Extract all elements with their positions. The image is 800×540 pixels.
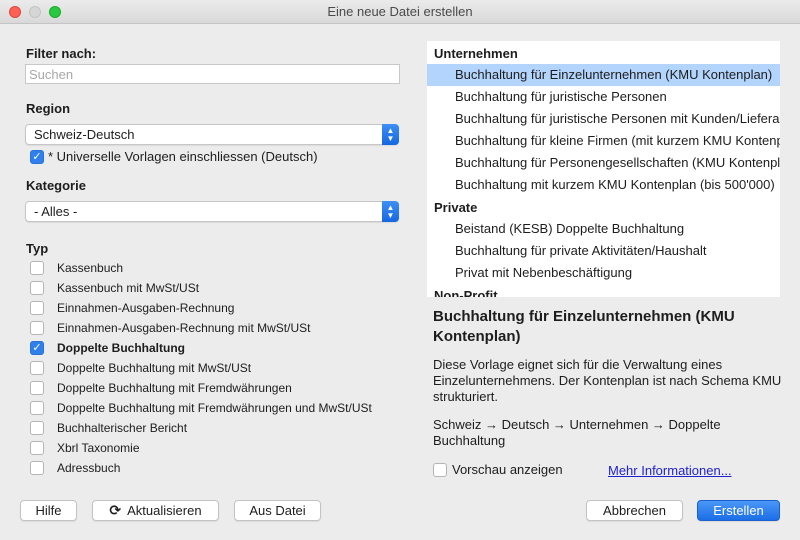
select-arrows-icon: ▲ ▼ — [382, 201, 399, 222]
region-select-value: Schweiz-Deutsch — [34, 127, 135, 142]
type-item-label: Xbrl Taxonomie — [57, 441, 140, 455]
template-list[interactable]: Unternehmen Buchhaltung für Einzeluntern… — [427, 41, 780, 297]
from-file-button-label: Aus Datei — [249, 503, 306, 518]
universal-templates-label: * Universelle Vorlagen einschliessen (De… — [48, 149, 318, 164]
template-item-label: Privat mit Nebenbeschäftigung — [455, 265, 633, 280]
template-item[interactable]: Buchhaltung für private Aktivitäten/Haus… — [427, 240, 780, 262]
type-checkbox[interactable] — [30, 421, 44, 435]
type-item-label: Adressbuch — [57, 461, 121, 475]
window-title: Eine neue Datei erstellen — [327, 4, 473, 19]
template-item[interactable]: Privat mit Nebenbeschäftigung — [427, 262, 780, 284]
group-header: Non-Profit — [434, 288, 498, 297]
type-list[interactable]: Kassenbuch Kassenbuch mit MwSt/USt Einna… — [25, 258, 400, 484]
template-item[interactable]: Buchhaltung mit kurzem KMU Kontenplan (b… — [427, 174, 780, 196]
select-arrows-icon: ▲ ▼ — [382, 124, 399, 145]
type-checkbox[interactable] — [30, 301, 44, 315]
template-item[interactable]: Buchhaltung für juristische Personen — [427, 86, 780, 108]
template-item[interactable]: Buchhaltung für kleine Firmen (mit kurze… — [427, 130, 780, 152]
group-header: Unternehmen — [434, 46, 518, 61]
from-file-button[interactable]: Aus Datei — [234, 500, 321, 521]
type-item[interactable]: Kassenbuch mit MwSt/USt — [25, 278, 400, 298]
type-item[interactable]: Doppelte Buchhaltung mit Fremdwährungen — [25, 378, 400, 398]
type-checkbox[interactable] — [30, 441, 44, 455]
type-checkbox[interactable] — [30, 361, 44, 375]
type-item-label: Einnahmen-Ausgaben-Rechnung mit MwSt/USt — [57, 321, 311, 335]
type-item-label: Doppelte Buchhaltung mit Fremdwährungen … — [57, 401, 372, 415]
filter-label: Filter nach: — [26, 46, 97, 61]
refresh-icon: ⟳ — [109, 502, 122, 518]
refresh-button-label: Aktualisieren — [127, 503, 202, 518]
template-item-selected[interactable]: Buchhaltung für Einzelunternehmen (KMU K… — [427, 64, 780, 86]
create-button-label: Erstellen — [713, 503, 764, 518]
template-item-label: Buchhaltung mit kurzem KMU Kontenplan (b… — [455, 177, 775, 192]
type-checkbox[interactable] — [30, 381, 44, 395]
type-item[interactable]: Doppelte Buchhaltung mit Fremdwährungen … — [25, 398, 400, 418]
cancel-button[interactable]: Abbrechen — [586, 500, 683, 521]
type-item[interactable]: Einnahmen-Ausgaben-Rechnung mit MwSt/USt — [25, 318, 400, 338]
type-item-label: Doppelte Buchhaltung — [57, 341, 185, 355]
preview-checkbox-label: Vorschau anzeigen — [452, 462, 563, 477]
type-item[interactable]: Xbrl Taxonomie — [25, 438, 400, 458]
help-button-label: Hilfe — [35, 503, 62, 518]
category-select-value: - Alles - — [34, 204, 78, 219]
group-header: Private — [434, 200, 478, 215]
template-item[interactable]: Buchhaltung für Personengesellschaften (… — [427, 152, 780, 174]
type-item[interactable]: Buchhalterischer Bericht — [25, 418, 400, 438]
type-checkbox[interactable]: ✓ — [30, 341, 44, 355]
search-input[interactable] — [25, 64, 400, 84]
type-checkbox[interactable] — [30, 321, 44, 335]
type-item-label: Einnahmen-Ausgaben-Rechnung — [57, 301, 235, 315]
type-item[interactable]: Doppelte Buchhaltung mit MwSt/USt — [25, 358, 400, 378]
type-item-label: Doppelte Buchhaltung mit Fremdwährungen — [57, 381, 292, 395]
region-label: Region — [26, 101, 71, 116]
template-item[interactable]: Beistand (KESB) Doppelte Buchhaltung — [427, 218, 780, 240]
template-detail-path: Schweiz → Deutsch → Unternehmen → Doppel… — [433, 417, 721, 448]
template-item-label: Buchhaltung für private Aktivitäten/Haus… — [455, 243, 707, 258]
template-item-label: Buchhaltung für juristische Personen — [455, 89, 667, 104]
template-item-label: Beistand (KESB) Doppelte Buchhaltung — [455, 221, 685, 236]
category-label: Kategorie — [26, 178, 86, 193]
template-item-label: Buchhaltung für Personengesellschaften (… — [455, 155, 780, 170]
type-checkbox[interactable] — [30, 461, 44, 475]
template-detail-description: Diese Vorlage eignet sich für die Verwal… — [433, 357, 782, 404]
template-item-label: Buchhaltung für juristische Personen mit… — [455, 111, 780, 126]
type-item-label: Kassenbuch — [57, 261, 124, 275]
template-item[interactable]: Buchhaltung für juristische Personen mit… — [427, 108, 780, 130]
category-select[interactable]: - Alles - ▲ ▼ — [25, 201, 399, 222]
cancel-button-label: Abbrechen — [603, 503, 666, 518]
type-item[interactable]: Kassenbuch — [25, 258, 400, 278]
universal-templates-checkbox[interactable]: ✓ — [30, 150, 44, 164]
title-bar: Eine neue Datei erstellen — [0, 0, 800, 24]
type-item[interactable]: Einnahmen-Ausgaben-Rechnung — [25, 298, 400, 318]
preview-checkbox[interactable] — [433, 463, 447, 477]
template-detail-title: Buchhaltung für Einzelunternehmen (KMU K… — [433, 308, 735, 345]
type-label: Typ — [26, 241, 49, 256]
refresh-button[interactable]: ⟳ Aktualisieren — [92, 500, 219, 521]
type-item[interactable]: ✓ Doppelte Buchhaltung — [25, 338, 400, 358]
region-select[interactable]: Schweiz-Deutsch ▲ ▼ — [25, 124, 399, 145]
type-item-label: Kassenbuch mit MwSt/USt — [57, 281, 200, 295]
help-button[interactable]: Hilfe — [20, 500, 77, 521]
type-checkbox[interactable] — [30, 281, 44, 295]
create-button[interactable]: Erstellen — [697, 500, 780, 521]
type-checkbox[interactable] — [30, 261, 44, 275]
template-item-label: Buchhaltung für Einzelunternehmen (KMU K… — [455, 67, 773, 82]
type-item-label: Buchhalterischer Bericht — [57, 421, 188, 435]
more-info-link[interactable]: Mehr Informationen... — [608, 463, 732, 478]
type-item[interactable]: Adressbuch — [25, 458, 400, 478]
template-item-label: Buchhaltung für kleine Firmen (mit kurze… — [455, 133, 780, 148]
type-checkbox[interactable] — [30, 401, 44, 415]
type-item-label: Doppelte Buchhaltung mit MwSt/USt — [57, 361, 252, 375]
